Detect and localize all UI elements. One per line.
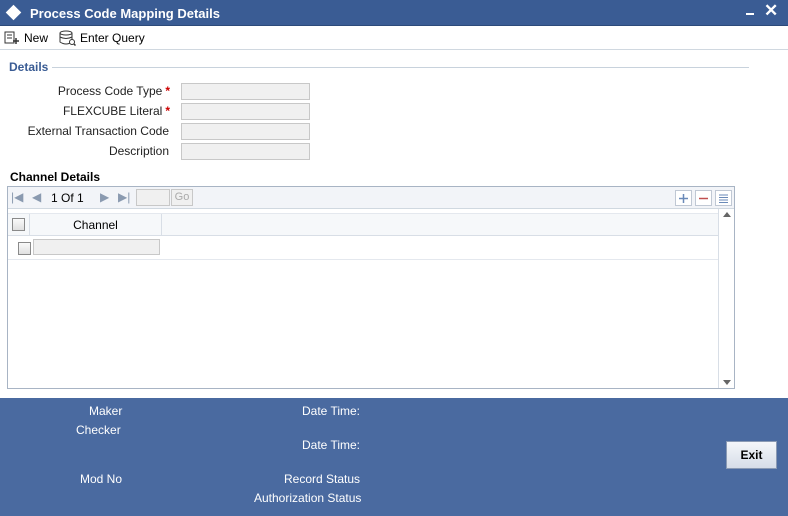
external-transaction-code-label: External Transaction Code — [27, 124, 169, 138]
page-number-input[interactable] — [136, 189, 170, 206]
flexcube-literal-label: FLEXCUBE Literal * — [62, 104, 170, 118]
table-row — [8, 236, 718, 260]
enter-query-button[interactable]: Enter Query — [59, 29, 145, 47]
page-indicator: 1 Of 1 — [51, 191, 84, 205]
select-all-checkbox[interactable] — [12, 218, 25, 231]
delete-row-icon[interactable] — [695, 190, 712, 206]
last-page-icon[interactable]: ▶| — [118, 190, 130, 204]
new-button-label: New — [24, 31, 49, 45]
close-icon[interactable]: ✕ — [764, 1, 778, 21]
header-checkbox-cell — [8, 214, 30, 236]
app-diamond-icon — [5, 4, 22, 21]
exit-button[interactable]: Exit — [726, 441, 777, 469]
grid-header: Channel — [8, 213, 718, 236]
title-bar: Process Code Mapping Details ✕ — [0, 0, 788, 26]
next-page-icon[interactable]: ▶ — [100, 190, 109, 204]
maker-label: Maker — [89, 404, 123, 418]
minimize-icon[interactable] — [746, 13, 754, 15]
audit-footer: Maker Checker Mod No Date Time: Date Tim… — [0, 398, 788, 516]
channel-column-header: Channel — [30, 214, 162, 236]
scroll-down-icon[interactable] — [723, 380, 731, 385]
details-section-title: Details — [9, 60, 49, 74]
new-button[interactable]: New — [4, 29, 48, 47]
enter-query-button-label: Enter Query — [80, 31, 145, 45]
database-query-icon — [59, 30, 76, 46]
row-checkbox[interactable] — [18, 242, 31, 255]
flexcube-literal-input[interactable] — [181, 103, 310, 120]
required-marker: * — [165, 104, 170, 118]
first-page-icon[interactable]: |◀ — [11, 190, 23, 204]
add-row-icon[interactable] — [675, 190, 692, 206]
channel-input[interactable] — [33, 239, 160, 255]
go-button[interactable]: Go — [171, 189, 193, 206]
new-document-icon — [4, 31, 19, 44]
vertical-scrollbar[interactable] — [718, 209, 734, 388]
channel-details-title: Channel Details — [10, 170, 101, 184]
process-code-type-input[interactable] — [181, 83, 310, 100]
scroll-up-icon[interactable] — [723, 212, 731, 217]
details-divider — [52, 67, 749, 68]
record-status-label: Record Status — [284, 472, 361, 486]
required-marker: * — [165, 84, 170, 98]
toolbar: New Enter Query — [0, 26, 788, 50]
channel-grid: |◀ ◀ 1 Of 1 ▶ ▶| Go Channel — [7, 186, 735, 389]
checker-datetime-label: Date Time: — [302, 438, 361, 452]
grid-toolbar: |◀ ◀ 1 Of 1 ▶ ▶| Go — [8, 187, 734, 209]
single-view-icon[interactable] — [715, 190, 732, 206]
description-label: Description — [108, 144, 169, 158]
process-code-type-label: Process Code Type * — [57, 84, 170, 98]
description-input[interactable] — [181, 143, 310, 160]
prev-page-icon[interactable]: ◀ — [32, 190, 41, 204]
checker-label: Checker — [76, 423, 121, 437]
authorization-status-label: Authorization Status — [254, 491, 362, 505]
external-transaction-code-input[interactable] — [181, 123, 310, 140]
maker-datetime-label: Date Time: — [302, 404, 361, 418]
mod-no-label: Mod No — [80, 472, 123, 486]
window-title: Process Code Mapping Details — [30, 6, 220, 21]
